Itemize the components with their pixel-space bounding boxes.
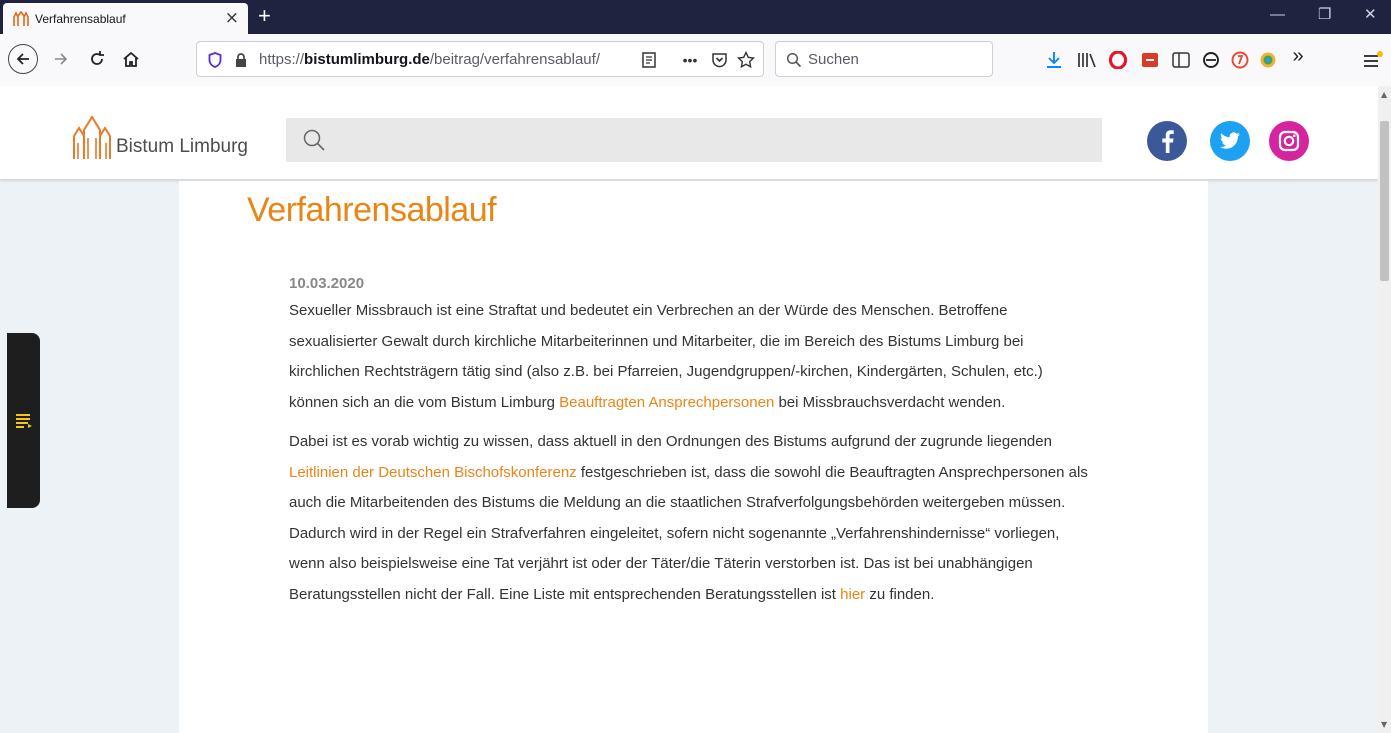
back-arrow-icon[interactable] — [8, 44, 38, 74]
article-date: 10.03.2020 — [289, 275, 365, 292]
forward-arrow-icon[interactable] — [46, 44, 76, 74]
scroll-down-arrow-icon[interactable]: ▼ — [1381, 720, 1387, 729]
link-beratungsstellen-hier[interactable]: hier — [840, 586, 865, 603]
browser-tab[interactable]: Verfahrensablauf × — [3, 3, 248, 34]
site-logo[interactable]: Bistum Limburg — [72, 116, 248, 160]
scroll-up-arrow-icon[interactable]: ▲ — [1381, 90, 1387, 99]
search-bar[interactable]: Suchen — [775, 41, 993, 77]
article-body: 10.03.2020 Sexueller Missbrauch ist eine… — [289, 275, 1089, 619]
page-title: Verfahrensablauf — [247, 191, 497, 229]
page-actions-icon[interactable]: ••• — [677, 50, 703, 70]
new-tab-button[interactable]: + — [258, 3, 271, 29]
search-icon — [784, 50, 804, 70]
page-scrollbar[interactable]: ▲ ▼ — [1378, 86, 1391, 733]
browser-titlebar: Verfahrensablauf × + — ❐ ✕ — [0, 0, 1391, 34]
extension-red-icon[interactable] — [1140, 50, 1160, 70]
site-favicon-icon — [13, 10, 29, 26]
logo-text: Bistum Limburg — [116, 136, 248, 157]
reload-icon[interactable] — [82, 44, 112, 74]
extension-colorful-icon[interactable] — [1258, 50, 1278, 70]
browser-toolbar: https://bistumlimburg.de/beitrag/verfahr… — [0, 34, 1391, 86]
scrollbar-thumb[interactable] — [1380, 121, 1389, 281]
pocket-icon[interactable] — [709, 50, 729, 70]
window-restore-button[interactable]: ❐ — [1318, 5, 1331, 25]
window-minimize-button[interactable]: — — [1270, 5, 1285, 25]
extension-orange-icon[interactable] — [1230, 50, 1250, 70]
tab-title: Verfahrensablauf — [35, 11, 126, 26]
table-of-contents-toggle[interactable] — [7, 333, 40, 508]
library-icon[interactable] — [1077, 50, 1097, 70]
web-page: Bistum Limburg Verfahrensablauf 10.03.20… — [0, 86, 1391, 733]
url-text[interactable]: https://bistumlimburg.de/beitrag/verfahr… — [259, 51, 600, 68]
link-beauftragte-ansprechpersonen[interactable]: Beauftragten Ansprechpersonen — [559, 394, 774, 411]
facebook-icon[interactable] — [1147, 121, 1187, 161]
opera-extension-icon[interactable] — [1108, 50, 1128, 70]
overflow-menu-icon[interactable]: » — [1288, 45, 1308, 67]
site-search-input[interactable] — [286, 118, 1102, 162]
site-search-icon[interactable] — [302, 128, 326, 152]
download-icon[interactable] — [1044, 50, 1064, 70]
site-header: Bistum Limburg — [0, 86, 1378, 180]
table-of-contents-icon — [15, 413, 32, 428]
link-leitlinien-bischofskonferenz[interactable]: Leitlinien der Deutschen Bischofskonfere… — [289, 464, 577, 481]
lock-icon[interactable] — [231, 50, 251, 70]
bookmark-star-icon[interactable] — [736, 50, 756, 70]
tracking-protection-shield-icon[interactable] — [205, 50, 225, 70]
sidebar-icon[interactable] — [1171, 50, 1191, 70]
twitter-icon[interactable] — [1210, 121, 1250, 161]
address-bar[interactable]: https://bistumlimburg.de/beitrag/verfahr… — [196, 41, 764, 77]
instagram-icon[interactable] — [1269, 121, 1309, 161]
reader-view-icon[interactable] — [639, 50, 659, 70]
article-paragraph-1: Sexueller Missbrauch ist eine Straftat u… — [289, 302, 1043, 411]
search-placeholder: Suchen — [808, 51, 859, 68]
window-close-button[interactable]: ✕ — [1364, 5, 1377, 25]
account-icon[interactable] — [1201, 50, 1221, 70]
tab-close-icon[interactable]: × — [225, 8, 239, 28]
article-container: Verfahrensablauf 10.03.2020 Sexueller Mi… — [179, 181, 1208, 733]
home-icon[interactable] — [116, 44, 146, 74]
hamburger-menu-icon[interactable] — [1363, 50, 1383, 70]
article-paragraph-2: Dabei ist es vorab wichtig zu wissen, da… — [289, 433, 1088, 603]
cathedral-logo-icon — [73, 116, 111, 159]
